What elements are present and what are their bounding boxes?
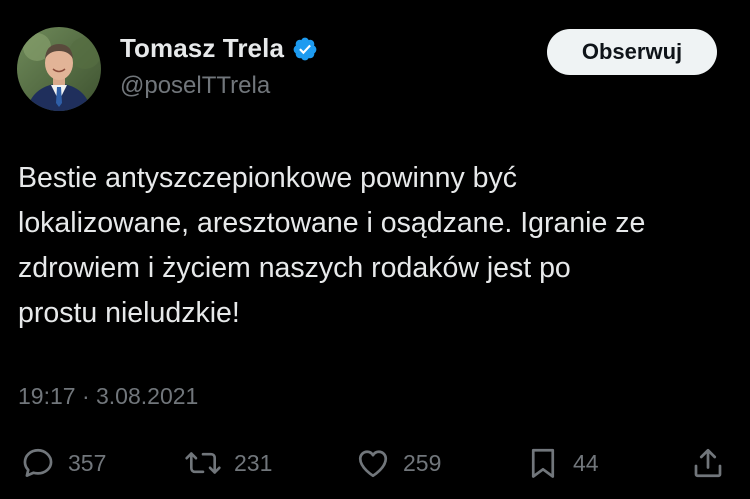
author-name-row[interactable]: Tomasz Trela [120,33,318,64]
author-name[interactable]: Tomasz Trela [120,33,284,64]
share-icon [690,445,726,481]
tweet-text: Bestie antyszczepionkowe powinny być lok… [18,156,733,336]
action-bar: 357 231 259 44 [0,440,750,486]
like-count: 259 [403,449,442,476]
follow-button[interactable]: Obserwuj [547,29,717,75]
tweet-line: prostu nieludzkie! [18,297,240,329]
verified-badge-icon [292,36,318,62]
retweet-count: 231 [234,449,273,476]
bookmark-icon [525,445,561,481]
bookmark-count: 44 [573,449,599,476]
like-button[interactable]: 259 [355,440,441,486]
reply-count: 357 [68,449,107,476]
heart-icon [355,445,391,481]
share-button[interactable] [690,440,726,486]
tweet-line: lokalizowane, aresztowane i osądzane. Ig… [18,207,646,239]
retweet-icon [184,445,222,481]
reply-button[interactable]: 357 [20,440,106,486]
avatar-photo [17,27,101,111]
author-handle[interactable]: @poselTTrela [120,72,270,100]
retweet-button[interactable]: 231 [184,440,272,486]
tweet-line: Bestie antyszczepionkowe powinny być [18,162,518,194]
bookmark-button[interactable]: 44 [525,440,599,486]
tweet-timestamp[interactable]: 19:17 · 3.08.2021 [18,383,198,410]
avatar[interactable] [17,27,101,111]
reply-icon [20,445,56,481]
tweet-line: zdrowiem i życiem naszych rodaków jest p… [18,252,571,284]
